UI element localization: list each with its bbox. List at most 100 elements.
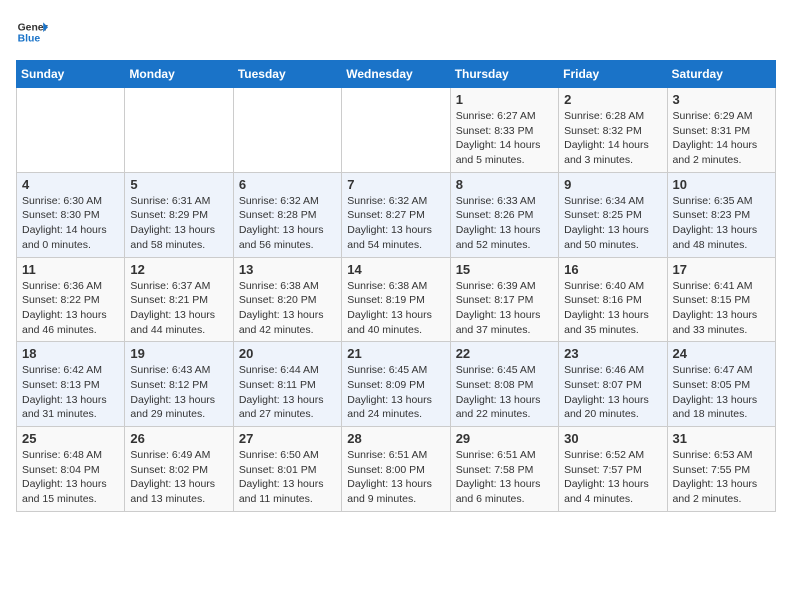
day-number: 6 xyxy=(239,177,336,192)
day-number: 7 xyxy=(347,177,444,192)
day-number: 19 xyxy=(130,346,227,361)
day-info: Sunrise: 6:33 AM Sunset: 8:26 PM Dayligh… xyxy=(456,194,553,253)
calendar-cell: 2 Sunrise: 6:28 AM Sunset: 8:32 PM Daylig… xyxy=(559,88,667,173)
week-row-2: 4Sunrise: 6:30 AM Sunset: 8:30 PM Daylig… xyxy=(17,172,776,257)
day-number: 14 xyxy=(347,262,444,277)
day-number: 29 xyxy=(456,431,553,446)
day-number: 12 xyxy=(130,262,227,277)
day-number: 27 xyxy=(239,431,336,446)
weekday-header-monday: Monday xyxy=(125,61,233,88)
day-info: Sunrise: 6:32 AM Sunset: 8:28 PM Dayligh… xyxy=(239,194,336,253)
calendar-cell: 27 Sunrise: 6:50 AM Sunset: 8:01 PM Dayli… xyxy=(233,427,341,512)
day-info: Sunrise: 6:30 AM Sunset: 8:30 PM Dayligh… xyxy=(22,194,119,253)
day-number: 25 xyxy=(22,431,119,446)
weekday-header-row: SundayMondayTuesdayWednesdayThursdayFrid… xyxy=(17,61,776,88)
day-number: 16 xyxy=(564,262,661,277)
day-info: Sunrise: 6:27 AM Sunset: 8:33 PM Dayligh… xyxy=(456,109,553,168)
calendar-cell: 22 Sunrise: 6:45 AM Sunset: 8:08 PM Dayli… xyxy=(450,342,558,427)
day-info: Sunrise: 6:39 AM Sunset: 8:17 PM Dayligh… xyxy=(456,279,553,338)
day-info: Sunrise: 6:53 AM Sunset: 7:55 PM Dayligh… xyxy=(673,448,770,507)
day-number: 18 xyxy=(22,346,119,361)
day-number: 28 xyxy=(347,431,444,446)
day-info: Sunrise: 6:34 AM Sunset: 8:25 PM Dayligh… xyxy=(564,194,661,253)
calendar-cell: 11 Sunrise: 6:36 AM Sunset: 8:22 PM Dayli… xyxy=(17,257,125,342)
week-row-5: 25 Sunrise: 6:48 AM Sunset: 8:04 PM Dayli… xyxy=(17,427,776,512)
day-number: 26 xyxy=(130,431,227,446)
weekday-header-sunday: Sunday xyxy=(17,61,125,88)
day-number: 9 xyxy=(564,177,661,192)
calendar-cell xyxy=(233,88,341,173)
day-info: Sunrise: 6:37 AM Sunset: 8:21 PM Dayligh… xyxy=(130,279,227,338)
day-info: Sunrise: 6:31 AM Sunset: 8:29 PM Dayligh… xyxy=(130,194,227,253)
weekday-header-thursday: Thursday xyxy=(450,61,558,88)
day-info: Sunrise: 6:41 AM Sunset: 8:15 PM Dayligh… xyxy=(673,279,770,338)
calendar-cell: 17 Sunrise: 6:41 AM Sunset: 8:15 PM Dayli… xyxy=(667,257,775,342)
day-info: Sunrise: 6:52 AM Sunset: 7:57 PM Dayligh… xyxy=(564,448,661,507)
day-info: Sunrise: 6:38 AM Sunset: 8:20 PM Dayligh… xyxy=(239,279,336,338)
day-number: 20 xyxy=(239,346,336,361)
calendar-cell: 21Sunrise: 6:45 AM Sunset: 8:09 PM Dayli… xyxy=(342,342,450,427)
day-number: 23 xyxy=(564,346,661,361)
calendar-cell: 9 Sunrise: 6:34 AM Sunset: 8:25 PM Daylig… xyxy=(559,172,667,257)
calendar-cell: 30 Sunrise: 6:52 AM Sunset: 7:57 PM Dayli… xyxy=(559,427,667,512)
day-info: Sunrise: 6:49 AM Sunset: 8:02 PM Dayligh… xyxy=(130,448,227,507)
calendar-cell: 13 Sunrise: 6:38 AM Sunset: 8:20 PM Dayli… xyxy=(233,257,341,342)
day-number: 2 xyxy=(564,92,661,107)
day-number: 1 xyxy=(456,92,553,107)
day-number: 24 xyxy=(673,346,770,361)
logo-icon: General Blue xyxy=(16,16,48,48)
day-info: Sunrise: 6:42 AM Sunset: 8:13 PM Dayligh… xyxy=(22,363,119,422)
calendar-cell: 5 Sunrise: 6:31 AM Sunset: 8:29 PM Daylig… xyxy=(125,172,233,257)
day-info: Sunrise: 6:45 AM Sunset: 8:08 PM Dayligh… xyxy=(456,363,553,422)
day-info: Sunrise: 6:28 AM Sunset: 8:32 PM Dayligh… xyxy=(564,109,661,168)
weekday-header-wednesday: Wednesday xyxy=(342,61,450,88)
day-number: 11 xyxy=(22,262,119,277)
weekday-header-friday: Friday xyxy=(559,61,667,88)
calendar-cell: 14 Sunrise: 6:38 AM Sunset: 8:19 PM Dayli… xyxy=(342,257,450,342)
day-number: 31 xyxy=(673,431,770,446)
day-info: Sunrise: 6:46 AM Sunset: 8:07 PM Dayligh… xyxy=(564,363,661,422)
day-number: 22 xyxy=(456,346,553,361)
svg-text:Blue: Blue xyxy=(18,34,41,45)
day-info: Sunrise: 6:40 AM Sunset: 8:16 PM Dayligh… xyxy=(564,279,661,338)
day-number: 5 xyxy=(130,177,227,192)
calendar-cell: 4Sunrise: 6:30 AM Sunset: 8:30 PM Daylig… xyxy=(17,172,125,257)
day-number: 8 xyxy=(456,177,553,192)
calendar-table: SundayMondayTuesdayWednesdayThursdayFrid… xyxy=(16,60,776,512)
day-info: Sunrise: 6:29 AM Sunset: 8:31 PM Dayligh… xyxy=(673,109,770,168)
weekday-header-saturday: Saturday xyxy=(667,61,775,88)
day-info: Sunrise: 6:36 AM Sunset: 8:22 PM Dayligh… xyxy=(22,279,119,338)
calendar-cell: 12 Sunrise: 6:37 AM Sunset: 8:21 PM Dayli… xyxy=(125,257,233,342)
day-info: Sunrise: 6:51 AM Sunset: 7:58 PM Dayligh… xyxy=(456,448,553,507)
week-row-1: 1 Sunrise: 6:27 AM Sunset: 8:33 PM Daylig… xyxy=(17,88,776,173)
calendar-cell: 15Sunrise: 6:39 AM Sunset: 8:17 PM Dayli… xyxy=(450,257,558,342)
calendar-cell: 16 Sunrise: 6:40 AM Sunset: 8:16 PM Dayli… xyxy=(559,257,667,342)
day-number: 10 xyxy=(673,177,770,192)
calendar-cell: 20 Sunrise: 6:44 AM Sunset: 8:11 PM Dayli… xyxy=(233,342,341,427)
day-number: 21 xyxy=(347,346,444,361)
calendar-cell: 3Sunrise: 6:29 AM Sunset: 8:31 PM Daylig… xyxy=(667,88,775,173)
day-number: 13 xyxy=(239,262,336,277)
day-info: Sunrise: 6:44 AM Sunset: 8:11 PM Dayligh… xyxy=(239,363,336,422)
day-info: Sunrise: 6:48 AM Sunset: 8:04 PM Dayligh… xyxy=(22,448,119,507)
calendar-cell: 28 Sunrise: 6:51 AM Sunset: 8:00 PM Dayli… xyxy=(342,427,450,512)
day-number: 17 xyxy=(673,262,770,277)
day-number: 30 xyxy=(564,431,661,446)
calendar-cell: 10 Sunrise: 6:35 AM Sunset: 8:23 PM Dayli… xyxy=(667,172,775,257)
weekday-header-tuesday: Tuesday xyxy=(233,61,341,88)
week-row-4: 18 Sunrise: 6:42 AM Sunset: 8:13 PM Dayli… xyxy=(17,342,776,427)
calendar-cell: 26 Sunrise: 6:49 AM Sunset: 8:02 PM Dayli… xyxy=(125,427,233,512)
calendar-cell: 1 Sunrise: 6:27 AM Sunset: 8:33 PM Daylig… xyxy=(450,88,558,173)
calendar-cell xyxy=(125,88,233,173)
day-info: Sunrise: 6:51 AM Sunset: 8:00 PM Dayligh… xyxy=(347,448,444,507)
calendar-cell: 19Sunrise: 6:43 AM Sunset: 8:12 PM Dayli… xyxy=(125,342,233,427)
day-info: Sunrise: 6:50 AM Sunset: 8:01 PM Dayligh… xyxy=(239,448,336,507)
calendar-cell: 7 Sunrise: 6:32 AM Sunset: 8:27 PM Daylig… xyxy=(342,172,450,257)
day-info: Sunrise: 6:38 AM Sunset: 8:19 PM Dayligh… xyxy=(347,279,444,338)
week-row-3: 11 Sunrise: 6:36 AM Sunset: 8:22 PM Dayli… xyxy=(17,257,776,342)
day-info: Sunrise: 6:35 AM Sunset: 8:23 PM Dayligh… xyxy=(673,194,770,253)
calendar-cell: 6 Sunrise: 6:32 AM Sunset: 8:28 PM Daylig… xyxy=(233,172,341,257)
calendar-cell: 29 Sunrise: 6:51 AM Sunset: 7:58 PM Dayli… xyxy=(450,427,558,512)
calendar-cell: 31 Sunrise: 6:53 AM Sunset: 7:55 PM Dayli… xyxy=(667,427,775,512)
day-info: Sunrise: 6:32 AM Sunset: 8:27 PM Dayligh… xyxy=(347,194,444,253)
